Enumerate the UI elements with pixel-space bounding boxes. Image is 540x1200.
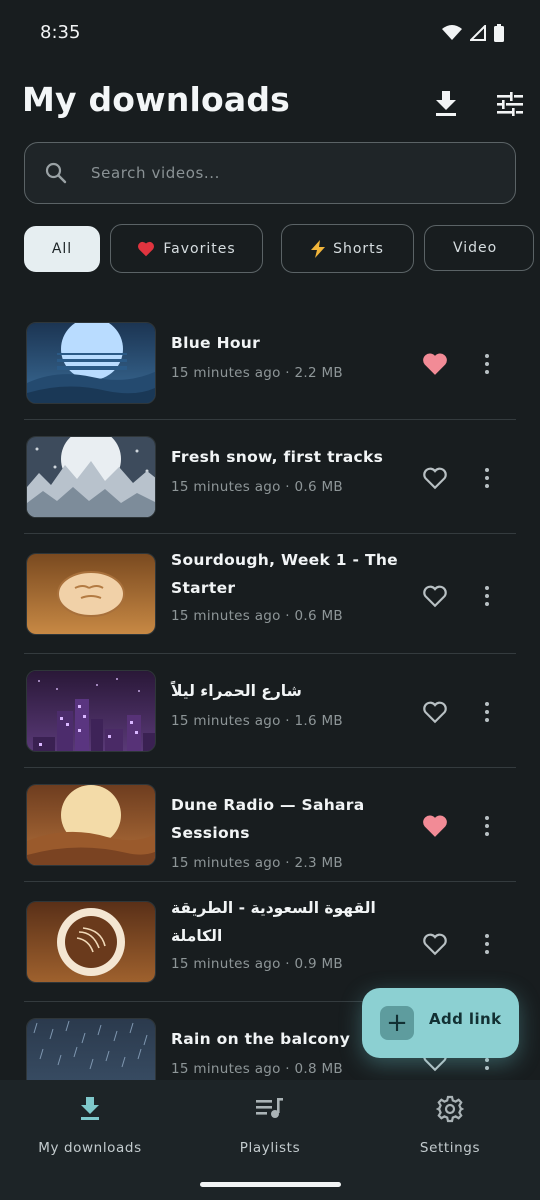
video-info: Fresh snow, first tracks 15 minutes ago … — [171, 443, 416, 495]
download-button[interactable] — [428, 86, 464, 122]
video-meta: 15 minutes ago · 0.6 MB — [171, 608, 343, 624]
video-item[interactable]: Dune Radio — Sahara Sessions 15 minutes … — [24, 768, 516, 882]
video-meta: 15 minutes ago · 2.2 MB — [171, 365, 343, 381]
more-options-icon[interactable] — [478, 932, 496, 956]
favorite-heart-outline-icon[interactable] — [422, 932, 448, 956]
search-icon — [45, 162, 67, 188]
nav-label: Playlists — [239, 1140, 301, 1156]
search-bar[interactable] — [24, 142, 516, 204]
chip-all[interactable]: All — [24, 226, 100, 272]
search-input[interactable] — [91, 157, 491, 189]
chip-shorts[interactable]: Shorts — [281, 224, 414, 273]
tune-icon — [497, 92, 523, 116]
video-thumbnail — [26, 436, 156, 518]
chip-label: Favorites — [163, 240, 236, 257]
video-item[interactable]: Blue Hour 15 minutes ago · 2.2 MB — [24, 306, 516, 420]
video-info: Dune Radio — Sahara Sessions 15 minutes … — [171, 791, 426, 871]
video-meta: 15 minutes ago · 1.6 MB — [171, 713, 343, 729]
video-thumbnail — [26, 901, 156, 983]
status-time: 8:35 — [40, 22, 81, 43]
video-title: Sourdough, Week 1 - The Starter — [171, 551, 398, 597]
favorite-heart-outline-icon[interactable] — [422, 466, 448, 490]
video-title: القهوة السعودية - الطريقة الكاملة — [171, 899, 376, 945]
video-title: Fresh snow, first tracks — [171, 448, 384, 466]
chip-video[interactable]: Video — [424, 225, 534, 271]
battery-icon — [494, 24, 504, 46]
video-info: Sourdough, Week 1 - The Starter 15 minut… — [171, 546, 416, 624]
nav-playlists[interactable]: Playlists — [180, 1092, 360, 1162]
more-options-icon[interactable] — [478, 814, 496, 838]
app-header: My downloads — [22, 80, 523, 124]
more-options-icon[interactable] — [478, 584, 496, 608]
nav-label: My downloads — [38, 1140, 142, 1156]
video-list: Blue Hour 15 minutes ago · 2.2 MB Fresh … — [24, 306, 516, 1080]
chip-label: Video — [453, 240, 498, 256]
video-item[interactable]: Sourdough, Week 1 - The Starter 15 minut… — [24, 534, 516, 654]
nav-settings[interactable]: Settings — [360, 1092, 540, 1162]
favorite-heart-icon[interactable] — [422, 814, 448, 838]
video-info: القهوة السعودية - الطريقة الكاملة 15 min… — [171, 894, 416, 972]
more-options-icon[interactable] — [478, 466, 496, 490]
video-title: Dune Radio — Sahara Sessions — [171, 796, 365, 842]
download-icon — [0, 1092, 180, 1126]
heart-icon — [138, 241, 155, 256]
add-link-label: Add link — [429, 1010, 502, 1028]
more-options-icon[interactable] — [478, 700, 496, 724]
plus-icon: + — [380, 1006, 414, 1040]
status-icons — [442, 23, 504, 46]
video-meta: 15 minutes ago · 0.6 MB — [171, 479, 343, 495]
video-thumbnail — [26, 322, 156, 404]
filter-settings-button[interactable] — [492, 86, 528, 122]
favorite-heart-icon[interactable] — [422, 352, 448, 376]
nav-my-downloads[interactable]: My downloads — [0, 1092, 180, 1162]
video-item[interactable]: القهوة السعودية - الطريقة الكاملة 15 min… — [24, 882, 516, 1002]
video-thumbnail — [26, 784, 156, 866]
chip-favorites[interactable]: Favorites — [110, 224, 263, 273]
lightning-icon — [311, 239, 326, 258]
video-item[interactable]: Fresh snow, first tracks 15 minutes ago … — [24, 420, 516, 534]
filter-chips: All Favorites Shorts Video — [24, 224, 540, 274]
gesture-handle[interactable] — [200, 1182, 341, 1187]
gear-icon — [360, 1092, 540, 1126]
playlist-icon — [180, 1092, 360, 1126]
video-meta: 15 minutes ago · 2.3 MB — [171, 855, 343, 871]
video-thumbnail — [26, 670, 156, 752]
video-item[interactable]: شارع الحمراء ليلاً 15 minutes ago · 1.6 … — [24, 654, 516, 768]
video-thumbnail — [26, 1018, 156, 1080]
video-meta: 15 minutes ago · 0.8 MB — [171, 1061, 343, 1077]
cellular-signal-icon — [468, 23, 486, 45]
video-info: Blue Hour 15 minutes ago · 2.2 MB — [171, 329, 416, 381]
video-title: شارع الحمراء ليلاً — [171, 682, 302, 700]
wifi-icon — [442, 25, 462, 45]
status-bar: 8:35 — [0, 0, 540, 68]
more-options-icon[interactable] — [478, 352, 496, 376]
add-link-button[interactable]: + Add link — [362, 988, 519, 1058]
favorite-heart-outline-icon[interactable] — [422, 700, 448, 724]
chip-label: All — [51, 241, 73, 257]
favorite-heart-outline-icon[interactable] — [422, 584, 448, 608]
chip-label: Shorts — [333, 240, 384, 257]
video-info: شارع الحمراء ليلاً 15 minutes ago · 1.6 … — [171, 677, 416, 729]
video-thumbnail — [26, 553, 156, 635]
video-title: Blue Hour — [171, 334, 261, 352]
download-icon — [436, 91, 456, 116]
nav-label: Settings — [419, 1140, 481, 1156]
video-meta: 15 minutes ago · 0.9 MB — [171, 956, 343, 972]
